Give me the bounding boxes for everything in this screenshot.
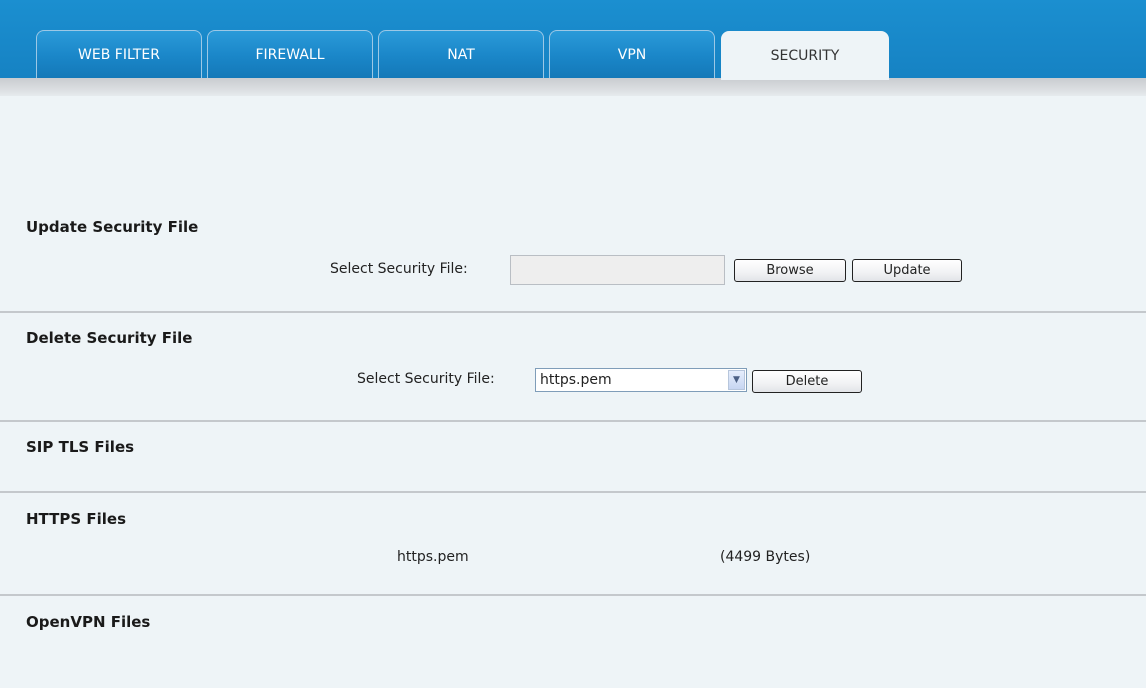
https-files-title: HTTPS Files bbox=[26, 510, 127, 528]
delete-file-select-value: https.pem bbox=[540, 372, 612, 388]
update-button[interactable]: Update bbox=[852, 259, 962, 282]
delete-button[interactable]: Delete bbox=[752, 370, 862, 393]
chevron-down-icon[interactable]: ▼ bbox=[728, 370, 745, 390]
browse-button[interactable]: Browse bbox=[734, 259, 846, 282]
update-security-file-title: Update Security File bbox=[26, 218, 199, 236]
openvpn-files-title: OpenVPN Files bbox=[26, 613, 151, 631]
tab-web-filter[interactable]: WEB FILTER bbox=[36, 30, 202, 78]
update-select-file-label: Select Security File: bbox=[330, 261, 468, 277]
https-file-size: (4499 Bytes) bbox=[720, 549, 811, 565]
tab-vpn[interactable]: VPN bbox=[549, 30, 715, 78]
section-divider bbox=[0, 311, 1146, 313]
delete-select-file-label: Select Security File: bbox=[357, 371, 495, 387]
section-divider bbox=[0, 420, 1146, 422]
sip-tls-files-title: SIP TLS Files bbox=[26, 438, 135, 456]
delete-file-select[interactable]: https.pem ▼ bbox=[535, 368, 747, 392]
tab-security[interactable]: SECURITY bbox=[721, 31, 889, 80]
delete-security-file-title: Delete Security File bbox=[26, 329, 193, 347]
section-divider bbox=[0, 491, 1146, 493]
security-file-input[interactable] bbox=[510, 255, 725, 285]
https-file-name: https.pem bbox=[397, 549, 469, 565]
section-divider bbox=[0, 594, 1146, 596]
tab-firewall[interactable]: FIREWALL bbox=[207, 30, 373, 78]
header-shadow-strip bbox=[0, 78, 1146, 96]
tab-nat[interactable]: NAT bbox=[378, 30, 544, 78]
